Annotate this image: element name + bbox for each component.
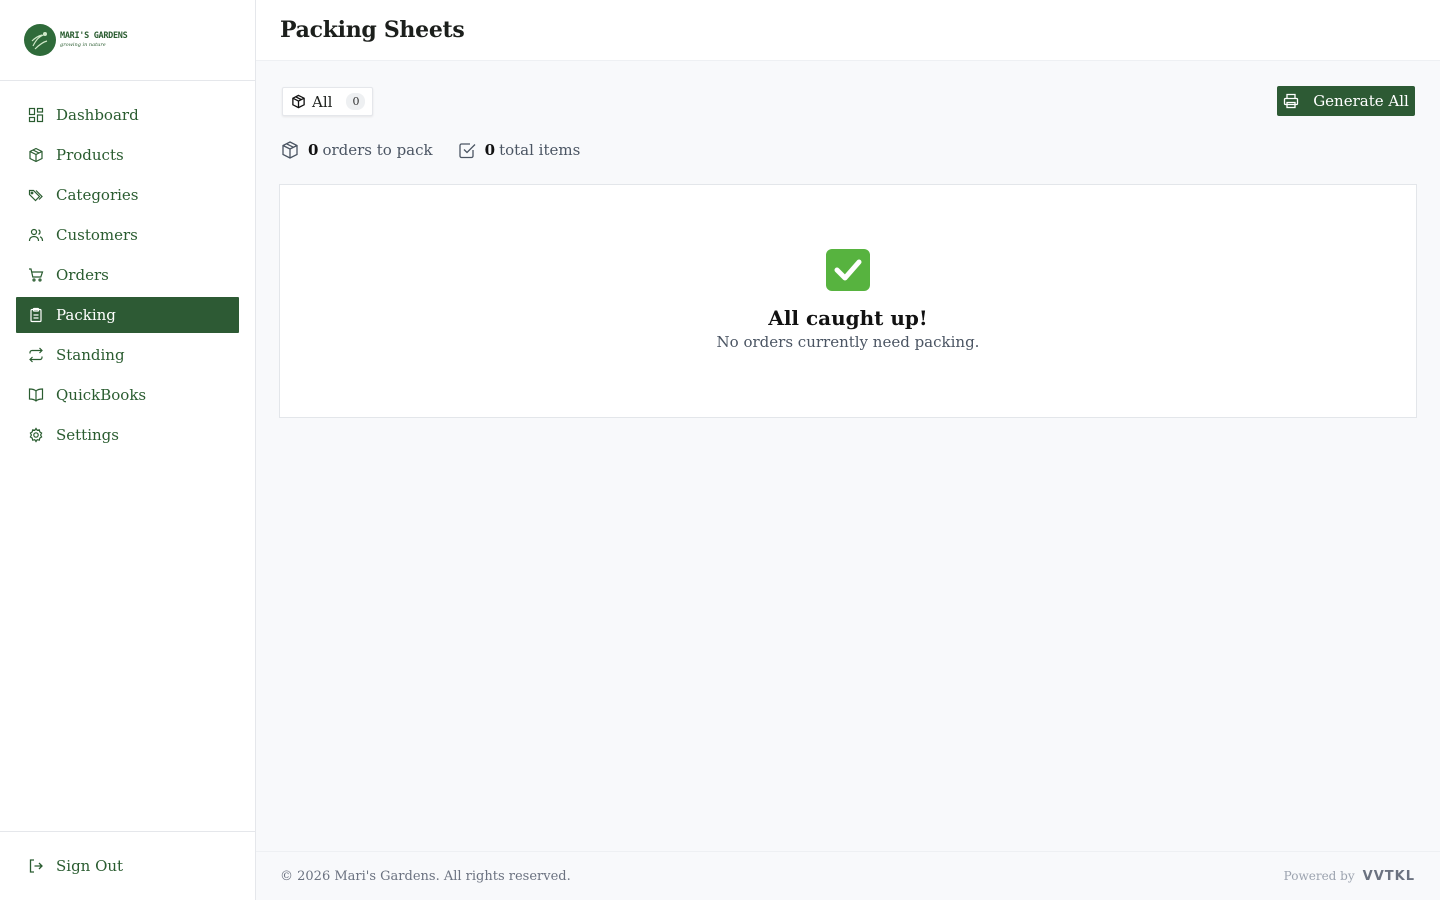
orders-to-pack-stat: 0 orders to pack (280, 140, 433, 160)
sidebar-item-categories[interactable]: Categories (16, 177, 239, 213)
sidebar-item-label: Orders (56, 266, 109, 284)
printer-icon (1284, 93, 1299, 109)
box-icon (29, 147, 43, 163)
checkbox-icon (458, 143, 476, 159)
users-icon (28, 228, 44, 242)
powered-by[interactable]: Powered by VVTKL (1284, 869, 1415, 884)
sign-out-label: Sign Out (56, 857, 124, 875)
sidebar-item-packing[interactable]: Packing (16, 297, 239, 333)
sidebar-item-products[interactable]: Products (16, 137, 239, 173)
sidebar-footer: Sign Out (0, 831, 255, 900)
sidebar-item-dashboard[interactable]: Dashboard (16, 97, 239, 133)
sidebar-item-standing[interactable]: Standing (16, 337, 239, 373)
brand-tagline: growing in nature (60, 42, 106, 49)
sidebar-item-customers[interactable]: Customers (16, 217, 239, 253)
sidebar-item-label: Products (56, 146, 124, 164)
items-label: total items (499, 141, 581, 159)
sign-out-button[interactable]: Sign Out (16, 848, 239, 884)
sidebar-item-label: Settings (56, 426, 119, 444)
repeat-icon (29, 347, 43, 363)
sidebar-item-label: Standing (56, 346, 125, 364)
sidebar-item-orders[interactable]: Orders (16, 257, 239, 293)
copyright-text: © 2026 Mari's Gardens. All rights reserv… (280, 868, 571, 884)
box-icon (282, 141, 298, 159)
check-mark-icon (826, 249, 870, 291)
gear-icon (29, 427, 43, 443)
sidebar-item-settings[interactable]: Settings (16, 417, 239, 453)
sidebar: MARI'S GARDENS growing in nature Dashboa… (0, 0, 256, 900)
empty-state-subtitle: No orders currently need packing. (716, 333, 980, 351)
page-title: Packing Sheets (280, 17, 465, 43)
clipboard-icon (30, 307, 42, 323)
cart-icon (29, 268, 44, 282)
powered-by-label: Powered by (1283, 869, 1355, 883)
filter-chip-all[interactable]: All 0 (282, 87, 374, 116)
sidebar-item-label: Dashboard (56, 106, 139, 124)
vendor-logo: VVTKL (1362, 868, 1415, 884)
sidebar-item-label: Categories (56, 186, 139, 204)
sidebar-item-label: QuickBooks (56, 386, 147, 404)
filter-count-badge: 0 (346, 93, 366, 110)
generate-all-button[interactable]: Generate All (1277, 86, 1415, 116)
logo-area: MARI'S GARDENS growing in nature (0, 0, 255, 81)
tags-icon (28, 189, 43, 202)
brand-logo[interactable]: MARI'S GARDENS growing in nature (24, 24, 128, 56)
sidebar-item-quickbooks[interactable]: QuickBooks (16, 377, 239, 413)
orders-count: 0 (308, 141, 319, 159)
generate-all-label: Generate All (1313, 92, 1409, 110)
sidebar-item-label: Packing (56, 306, 116, 324)
orders-label: orders to pack (322, 141, 433, 159)
sign-out-icon (29, 859, 43, 873)
page-header: Packing Sheets (256, 0, 1440, 61)
logo-emblem-icon (24, 24, 56, 56)
brand-name: MARI'S GARDENS (60, 30, 128, 41)
packing-stats: 0 orders to pack 0 total items (280, 140, 580, 160)
book-icon (28, 388, 44, 402)
main-content: All 0 Generate All 0 orders to pack 0 to… (256, 61, 1440, 851)
items-count: 0 (484, 141, 496, 159)
sidebar-nav: Dashboard Products Categories Customers … (0, 81, 255, 453)
empty-state-card: All caught up! No orders currently need … (279, 184, 1417, 418)
dashboard-icon (28, 107, 44, 123)
page-footer: © 2026 Mari's Gardens. All rights reserv… (256, 851, 1440, 900)
box-icon (292, 94, 305, 109)
sidebar-item-label: Customers (56, 226, 138, 244)
total-items-stat: 0 total items (457, 140, 581, 160)
filter-chip-label: All (312, 92, 333, 111)
empty-state-title: All caught up! (768, 306, 928, 330)
